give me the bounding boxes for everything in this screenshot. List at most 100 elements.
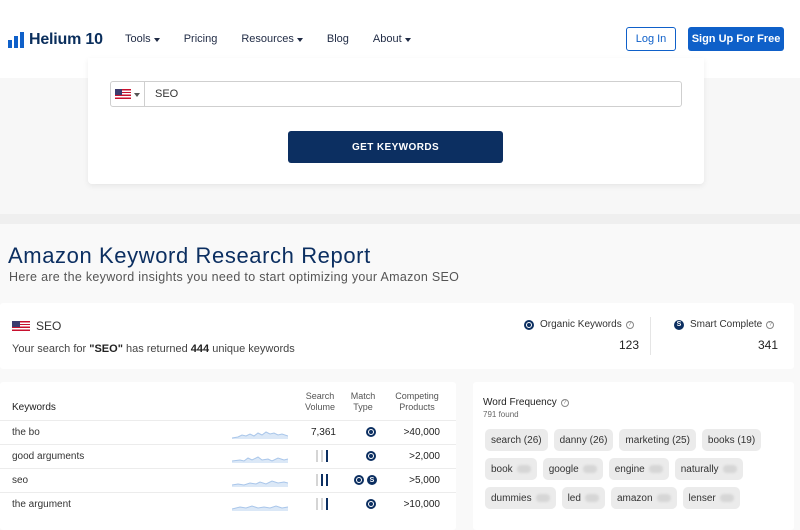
competing-products-cell: >40,000	[403, 427, 440, 438]
help-icon[interactable]: ?	[625, 320, 634, 329]
search-card: SEO GET KEYWORDS	[88, 58, 704, 184]
menu-item-tools[interactable]: Tools	[125, 33, 160, 45]
search-volume-cell: 7,361	[310, 427, 336, 438]
chip-word: books	[707, 434, 735, 446]
summary-card: SEO Your search for "SEO" has returned 4…	[0, 303, 794, 369]
header-line: Competing	[395, 391, 439, 401]
caret-down-icon	[134, 92, 140, 97]
chip-word: lenser	[688, 492, 716, 504]
header-line: Products	[399, 402, 435, 412]
logo-text: Helium 10	[29, 31, 103, 48]
summary-keyword-label: SEO	[36, 319, 62, 333]
menu-label: Pricing	[183, 33, 218, 45]
chip-word: naturally	[680, 463, 719, 475]
word-chip[interactable]: engine	[608, 458, 669, 480]
trend-sparkline	[232, 431, 288, 439]
organic-icon	[366, 451, 376, 461]
trend-sparkline	[232, 505, 288, 511]
word-frequency-title: Word Frequency ?	[483, 397, 569, 408]
organic-label: Organic Keywords	[540, 319, 622, 330]
chip-count: (26)	[523, 434, 542, 446]
header-line: Type	[353, 402, 373, 412]
word-chip[interactable]: books (19)	[701, 429, 762, 451]
keyword-cell: good arguments	[12, 451, 85, 462]
chip-word: dummies	[491, 492, 532, 504]
get-keywords-button[interactable]: GET KEYWORDS	[288, 131, 503, 163]
menu-item-blog[interactable]: Blog	[327, 33, 349, 45]
summary-count: 444	[190, 343, 210, 355]
us-flag-icon	[115, 89, 131, 99]
smart-complete-metric: S Smart Complete ?	[674, 319, 775, 330]
volume-bars-icon	[316, 450, 331, 462]
organic-keywords-metric: Organic Keywords ?	[524, 319, 634, 330]
main-menu: Tools Pricing Resources Blog About	[125, 33, 435, 45]
column-header-match-type[interactable]: Match Type	[346, 391, 380, 413]
word-chip[interactable]: book	[485, 458, 537, 480]
word-chip[interactable]: amazon	[610, 487, 677, 509]
summary-keyword: SEO	[12, 319, 61, 333]
organic-icon	[366, 427, 376, 437]
blurred-count	[722, 465, 737, 473]
word-chip[interactable]: search (26)	[485, 429, 548, 451]
chip-word: led	[567, 492, 581, 504]
header-line: Search	[305, 391, 335, 401]
table-row[interactable]: seo S >5,000	[0, 468, 456, 492]
summary-text: Your search for "SEO" has returned 444 u…	[12, 343, 295, 355]
word-chip[interactable]: led	[561, 487, 605, 509]
word-chip[interactable]: naturally	[674, 458, 743, 480]
word-chip[interactable]: google	[542, 458, 603, 480]
smart-value: 341	[758, 338, 779, 352]
column-header-competing[interactable]: Competing Products	[388, 391, 446, 413]
help-icon[interactable]: ?	[766, 320, 775, 329]
organic-icon	[366, 499, 376, 509]
keywords-table: Keywords Search Volume Match Type Compet…	[0, 382, 456, 530]
search-input[interactable]: SEO	[155, 88, 178, 100]
signup-button[interactable]: Sign Up For Free	[688, 27, 784, 51]
column-header-volume[interactable]: Search Volume	[301, 391, 339, 413]
word-chip[interactable]: dummies	[485, 487, 556, 509]
blurred-count	[719, 494, 734, 502]
logo-bars-icon	[8, 32, 24, 48]
help-icon[interactable]: ?	[560, 398, 569, 407]
table-row[interactable]: the bo 7,361 >40,000	[0, 420, 456, 444]
column-header-keywords[interactable]: Keywords	[12, 402, 56, 413]
blurred-count	[582, 465, 597, 473]
blurred-count	[648, 465, 663, 473]
summary-text-prefix: Your search for	[12, 343, 90, 355]
word-chip[interactable]: lenser	[682, 487, 740, 509]
menu-item-resources[interactable]: Resources	[241, 33, 303, 45]
helium10-logo[interactable]: Helium 10	[8, 31, 103, 49]
keyword-search-box: SEO	[110, 81, 682, 107]
organic-icon	[354, 475, 364, 485]
chip-word: amazon	[616, 492, 653, 504]
menu-label: Blog	[326, 33, 349, 45]
report-title: Amazon Keyword Research Report	[8, 243, 371, 268]
blurred-count	[656, 494, 671, 502]
keyword-cell: seo	[12, 475, 29, 486]
competing-products-cell: >5,000	[409, 475, 440, 486]
words-found-count: 791 found	[483, 410, 519, 419]
login-button[interactable]: Log In	[626, 27, 676, 51]
blurred-count	[516, 465, 531, 473]
menu-label: Tools	[125, 33, 151, 45]
marketplace-select[interactable]	[111, 82, 145, 106]
chip-count: (25)	[672, 434, 690, 446]
metric-divider	[650, 317, 651, 355]
header-line: Match	[350, 391, 376, 401]
word-chip[interactable]: marketing (25)	[619, 429, 696, 451]
organic-value: 123	[619, 338, 640, 352]
chip-word: marketing	[625, 434, 670, 446]
match-type-cell	[366, 499, 379, 509]
menu-label: Resources	[241, 33, 294, 45]
header-line: Volume	[304, 402, 336, 412]
table-row[interactable]: good arguments >2,000	[0, 444, 456, 468]
match-type-cell	[366, 427, 379, 437]
menu-item-about[interactable]: About	[373, 33, 411, 45]
menu-item-pricing[interactable]: Pricing	[184, 33, 218, 45]
word-chip[interactable]: danny (26)	[553, 429, 614, 451]
chip-word: book	[491, 463, 513, 475]
chip-word: engine	[614, 463, 645, 475]
menu-label: About	[372, 33, 402, 45]
smart-label: Smart Complete	[690, 319, 763, 330]
table-row[interactable]: the argument >10,000	[0, 492, 456, 516]
